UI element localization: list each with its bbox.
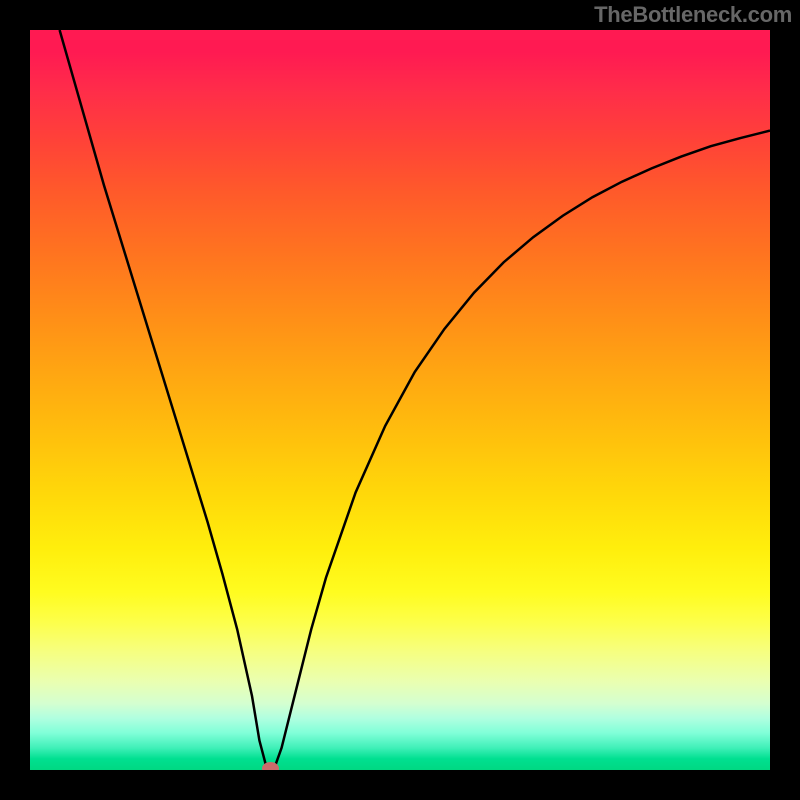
- curve-layer: [30, 30, 770, 770]
- optimal-point-marker: [263, 763, 279, 770]
- chart-frame: TheBottleneck.com: [0, 0, 800, 800]
- bottleneck-curve: [60, 30, 770, 769]
- plot-area: [30, 30, 770, 770]
- attribution-label: TheBottleneck.com: [594, 2, 792, 28]
